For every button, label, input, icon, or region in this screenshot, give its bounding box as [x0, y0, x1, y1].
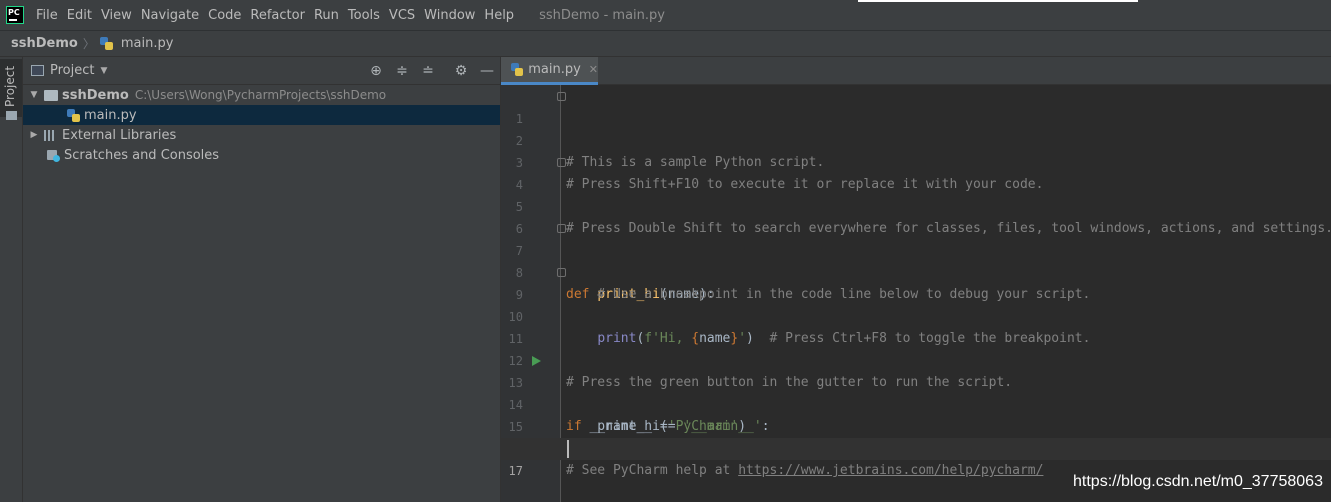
breadcrumb-project[interactable]: sshDemo [11, 36, 78, 51]
tree-item-external-libraries[interactable]: ▶ External Libraries [23, 125, 500, 145]
folder-icon[interactable] [6, 111, 17, 120]
menu-help[interactable]: Help [480, 8, 518, 23]
project-panel-header: Project ▼ ⊕ ≑ ≐ ⚙ — [23, 57, 500, 85]
tree-item-label: Scratches and Consoles [64, 147, 220, 163]
fold-icon[interactable] [557, 224, 566, 233]
breadcrumb: sshDemo 〉 main.py [0, 30, 1331, 57]
expand-all-icon[interactable]: ≑ [394, 63, 410, 79]
project-panel-title[interactable]: Project [50, 63, 94, 78]
breadcrumb-file[interactable]: main.py [121, 36, 174, 51]
code-editor[interactable]: 1 # This is a sample Python script. 2 3 … [501, 85, 1331, 502]
code-line: 13 if __name__ == '__main__': [501, 350, 1331, 434]
menu-run[interactable]: Run [310, 8, 343, 23]
pycharm-logo-icon: PC [6, 6, 24, 24]
help-link[interactable]: https://www.jetbrains.com/help/pycharm/ [738, 463, 1043, 478]
tree-item-label: External Libraries [62, 127, 177, 143]
tree-item-project-root[interactable]: ▼ sshDemo C:\Users\Wong\PycharmProjects\… [23, 85, 500, 105]
left-tool-stripe: Project [0, 57, 23, 502]
project-tool-window-label: Project [3, 65, 17, 107]
tab-main-py[interactable]: main.py ✕ [501, 57, 598, 85]
python-file-icon [99, 37, 113, 50]
editor-tab-bar: main.py ✕ [501, 57, 1331, 85]
menu-refactor[interactable]: Refactor [246, 8, 309, 23]
python-file-icon [67, 108, 80, 122]
gear-icon[interactable]: ⚙ [453, 63, 469, 79]
code-line-current: 17 [501, 438, 1331, 478]
menu-code[interactable]: Code [204, 8, 245, 23]
menu-tools[interactable]: Tools [344, 8, 384, 23]
fold-icon[interactable] [557, 268, 566, 277]
tab-label: main.py [528, 62, 581, 77]
python-file-icon [511, 63, 524, 76]
tree-item-main-py[interactable]: main.py [23, 105, 500, 125]
code-text: # See PyCharm help at https://www.jetbra… [566, 460, 1043, 482]
code-line: 15 [501, 394, 1331, 434]
library-icon [44, 129, 58, 141]
locate-file-icon[interactable]: ⊕ [368, 63, 384, 79]
run-icon[interactable] [532, 356, 541, 366]
code-line: 11 [501, 306, 1331, 346]
code-line: 10 [501, 284, 1331, 324]
close-icon[interactable]: ✕ [589, 63, 598, 76]
chevron-down-icon[interactable]: ▼ [28, 90, 40, 100]
code-line: 5 [501, 174, 1331, 214]
tree-item-scratches[interactable]: Scratches and Consoles [23, 145, 500, 165]
code-line: 1 # This is a sample Python script. [501, 86, 1331, 170]
window-title: sshDemo - main.py [539, 7, 665, 23]
code-line: 3 # Press Shift+F10 to execute it or rep… [501, 130, 1331, 192]
chevron-right-icon[interactable]: ▶ [28, 130, 40, 140]
tree-item-label: main.py [84, 107, 137, 123]
scratches-icon [46, 149, 60, 162]
code-line: 12 # Press the green button in the gutte… [501, 328, 1331, 390]
code-line: 4 # Press Double Shift to search everywh… [501, 152, 1331, 236]
project-tree: ▼ sshDemo C:\Users\Wong\PycharmProjects\… [23, 85, 500, 165]
project-root-path: C:\Users\Wong\PycharmProjects\sshDemo [134, 88, 387, 102]
chevron-down-icon[interactable]: ▼ [100, 66, 107, 76]
menu-view[interactable]: View [97, 8, 136, 23]
text-caret [567, 440, 569, 458]
menu-edit[interactable]: Edit [63, 8, 96, 23]
collapse-all-icon[interactable]: ≐ [420, 63, 436, 79]
project-tool-window-tab[interactable]: Project [0, 59, 22, 117]
project-root-name: sshDemo [62, 87, 129, 103]
menu-vcs[interactable]: VCS [385, 8, 419, 23]
code-line: 9 print(f'Hi, {name}') # Press Ctrl+F8 t… [501, 262, 1331, 346]
chevron-right-icon: 〉 [82, 37, 95, 51]
watermark: https://blog.csdn.net/m0_37758063 [1073, 473, 1323, 490]
menu-bar: PC File Edit View Navigate Code Refactor… [0, 0, 1331, 30]
menu-navigate[interactable]: Navigate [137, 8, 203, 23]
project-view-icon [31, 65, 44, 76]
code-line: 8 # Use a breakpoint in the code line be… [501, 240, 1331, 302]
code-line: 14 print_hi('PyCharm') [501, 372, 1331, 434]
line-number: 17 [508, 464, 523, 478]
code-line: 16 # See PyCharm help at https://www.jet… [501, 416, 1331, 478]
code-line: 2 [501, 108, 1331, 148]
code-line: 7 def print_hi(name): [501, 218, 1331, 302]
title-bar-highlight [858, 0, 1138, 2]
menu-file[interactable]: File [32, 8, 62, 23]
menu-window[interactable]: Window [420, 8, 479, 23]
code-line: 6 [501, 196, 1331, 236]
folder-icon [44, 89, 58, 101]
comment: # See PyCharm help at [566, 463, 739, 478]
project-panel: Project ▼ ⊕ ≑ ≐ ⚙ — ▼ sshDemo C:\Users\W… [23, 57, 500, 502]
fold-icon[interactable] [557, 92, 566, 101]
minimize-icon[interactable]: — [479, 63, 495, 79]
fold-icon[interactable] [557, 158, 566, 167]
